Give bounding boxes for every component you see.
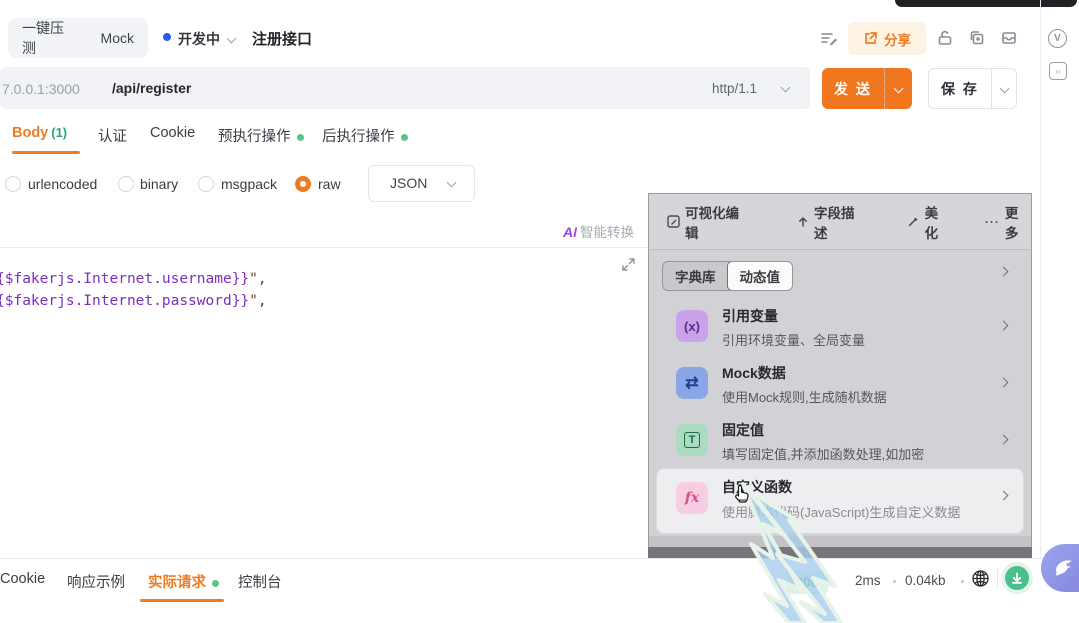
reference-variable-icon: (x) [676,310,708,342]
dev-status-select[interactable]: 开发中 [178,29,220,49]
source-toggle: 字典库 动态值 [662,261,793,291]
save-button[interactable]: 保 存 [928,68,1017,109]
visual-edit-button[interactable]: 可视化编辑 [667,202,751,242]
ai-convert-button[interactable]: AI智能转换 [563,221,634,241]
editor-divider [0,247,660,248]
popup-item-fixed-value[interactable]: 固定值 [722,420,764,440]
radio-raw[interactable] [295,176,311,192]
popup-item-custom-function-row[interactable] [656,468,1024,534]
tab-console[interactable]: 控制台 [238,571,282,592]
tab-response-example[interactable]: 响应示例 [67,571,125,592]
response-time: 2ms [855,573,881,588]
radio-urlencoded[interactable] [5,176,21,192]
fixed-value-icon: T [676,424,708,456]
download-response-button[interactable] [1005,566,1029,590]
url-host: 7.0.0.1:3000 [2,81,80,97]
status-code-badge: 200 [786,570,828,594]
protocol-select[interactable]: http/1.1 [712,81,757,96]
share-icon [863,31,878,46]
tab-pre-actions[interactable]: 预执行操作 [218,125,304,146]
tab-actual-request[interactable]: 实际请求 [148,571,219,592]
popup-item-reference-variable[interactable]: 引用变量 [722,306,778,326]
format-select-value: JSON [390,175,427,191]
visual-edit-icon [667,215,680,228]
share-button[interactable]: 分享 [848,22,926,55]
tab-cookie[interactable]: Cookie [150,125,195,141]
popup-item-desc: 使用脚本代码(JavaScript)生成自定义数据 [722,502,960,521]
more-icon: ··· [985,215,1000,229]
green-dot-icon [212,580,219,587]
tab-response-cookie[interactable]: Cookie [0,571,45,587]
radio-msgpack[interactable] [198,176,214,192]
beautify-icon [907,215,920,228]
response-size: 0.04kb [905,573,946,588]
body-count-badge: (1) [51,125,67,140]
archive-icon[interactable] [1000,29,1018,52]
send-dropdown[interactable] [885,68,912,109]
toggle-dynamic-value[interactable]: 动态值 [727,261,794,291]
tab-body[interactable]: Body(1) [12,125,67,141]
tab-mock[interactable]: Mock [87,30,148,46]
send-button[interactable]: 发 送 [822,68,912,109]
doc-tab-group: 一键压测 Mock [8,18,148,58]
code-line[interactable]: {$fakerjs.Internet.username}}", [0,271,267,287]
share-label: 分享 [884,29,911,49]
more-button[interactable]: ··· 更多 [985,202,1031,242]
top-cutoff-menu-edge [895,0,1077,7]
mock-data-icon: ⇄ [676,367,708,399]
code-panel-icon[interactable]: ‹› [1049,62,1067,80]
status-divider [997,568,998,586]
globe-icon[interactable] [971,569,990,593]
copy-icon[interactable] [968,29,986,52]
dot-separator [893,580,896,583]
version-icon[interactable]: V [1048,29,1067,48]
popup-toolbar: 可视化编辑 字段描述 美化 ··· 更多 [648,193,1032,250]
edit-note-icon[interactable] [820,30,838,53]
bird-icon [1051,556,1077,580]
toggle-dictionary[interactable]: 字典库 [663,262,728,290]
radio-binary[interactable] [118,176,134,192]
popup-item-custom-function[interactable]: 自定义函数 [722,477,792,497]
chevron-down-icon [227,34,237,44]
unlock-icon[interactable] [936,29,954,52]
save-dropdown[interactable] [991,69,1016,108]
version-letter: V [1054,33,1061,44]
right-rail-divider [1040,0,1041,558]
url-path[interactable]: /api/register [112,80,191,96]
tab-auth[interactable]: 认证 [98,125,127,146]
ai-logo-icon: AI [563,224,577,240]
green-dot-icon [401,134,408,141]
app-window: 一键压测 Mock 开发中 注册接口 分享 V ‹› 7.0.0.1:3000 … [0,0,1079,623]
tab-stress-test[interactable]: 一键压测 [8,18,87,58]
bottombar-divider [0,558,1079,559]
field-desc-button[interactable]: 字段描述 [797,202,867,242]
radio-urlencoded-label[interactable]: urlencoded [28,176,97,192]
radio-msgpack-label[interactable]: msgpack [221,176,277,192]
tab-post-actions[interactable]: 后执行操作 [322,125,408,146]
expand-icon[interactable] [620,256,637,278]
active-bottom-tab-underline [140,599,224,602]
dev-status-dot [163,33,171,41]
popup-bottom-track [648,536,1032,547]
page-title: 注册接口 [252,28,312,49]
save-label: 保 存 [929,69,991,108]
dot-separator [961,580,964,583]
code-line[interactable]: {$fakerjs.Internet.password}}", [0,293,267,309]
popup-bottom-scrollbar[interactable] [648,547,1032,558]
popup-item-desc: 引用环境变量、全局变量 [722,330,865,349]
beautify-button[interactable]: 美化 [907,202,951,242]
custom-function-icon: fx [676,482,708,514]
send-label: 发 送 [822,68,885,109]
active-tab-underline [12,151,80,154]
assistant-float-button[interactable] [1041,544,1079,592]
field-desc-icon [797,215,809,228]
popup-item-mock-data[interactable]: Mock数据 [722,363,786,383]
green-dot-icon [297,134,304,141]
popup-item-desc: 填写固定值,并添加函数处理,如加密 [722,444,924,463]
radio-raw-label[interactable]: raw [318,176,341,192]
popup-item-desc: 使用Mock规则,生成随机数据 [722,387,887,406]
radio-binary-label[interactable]: binary [140,176,178,192]
